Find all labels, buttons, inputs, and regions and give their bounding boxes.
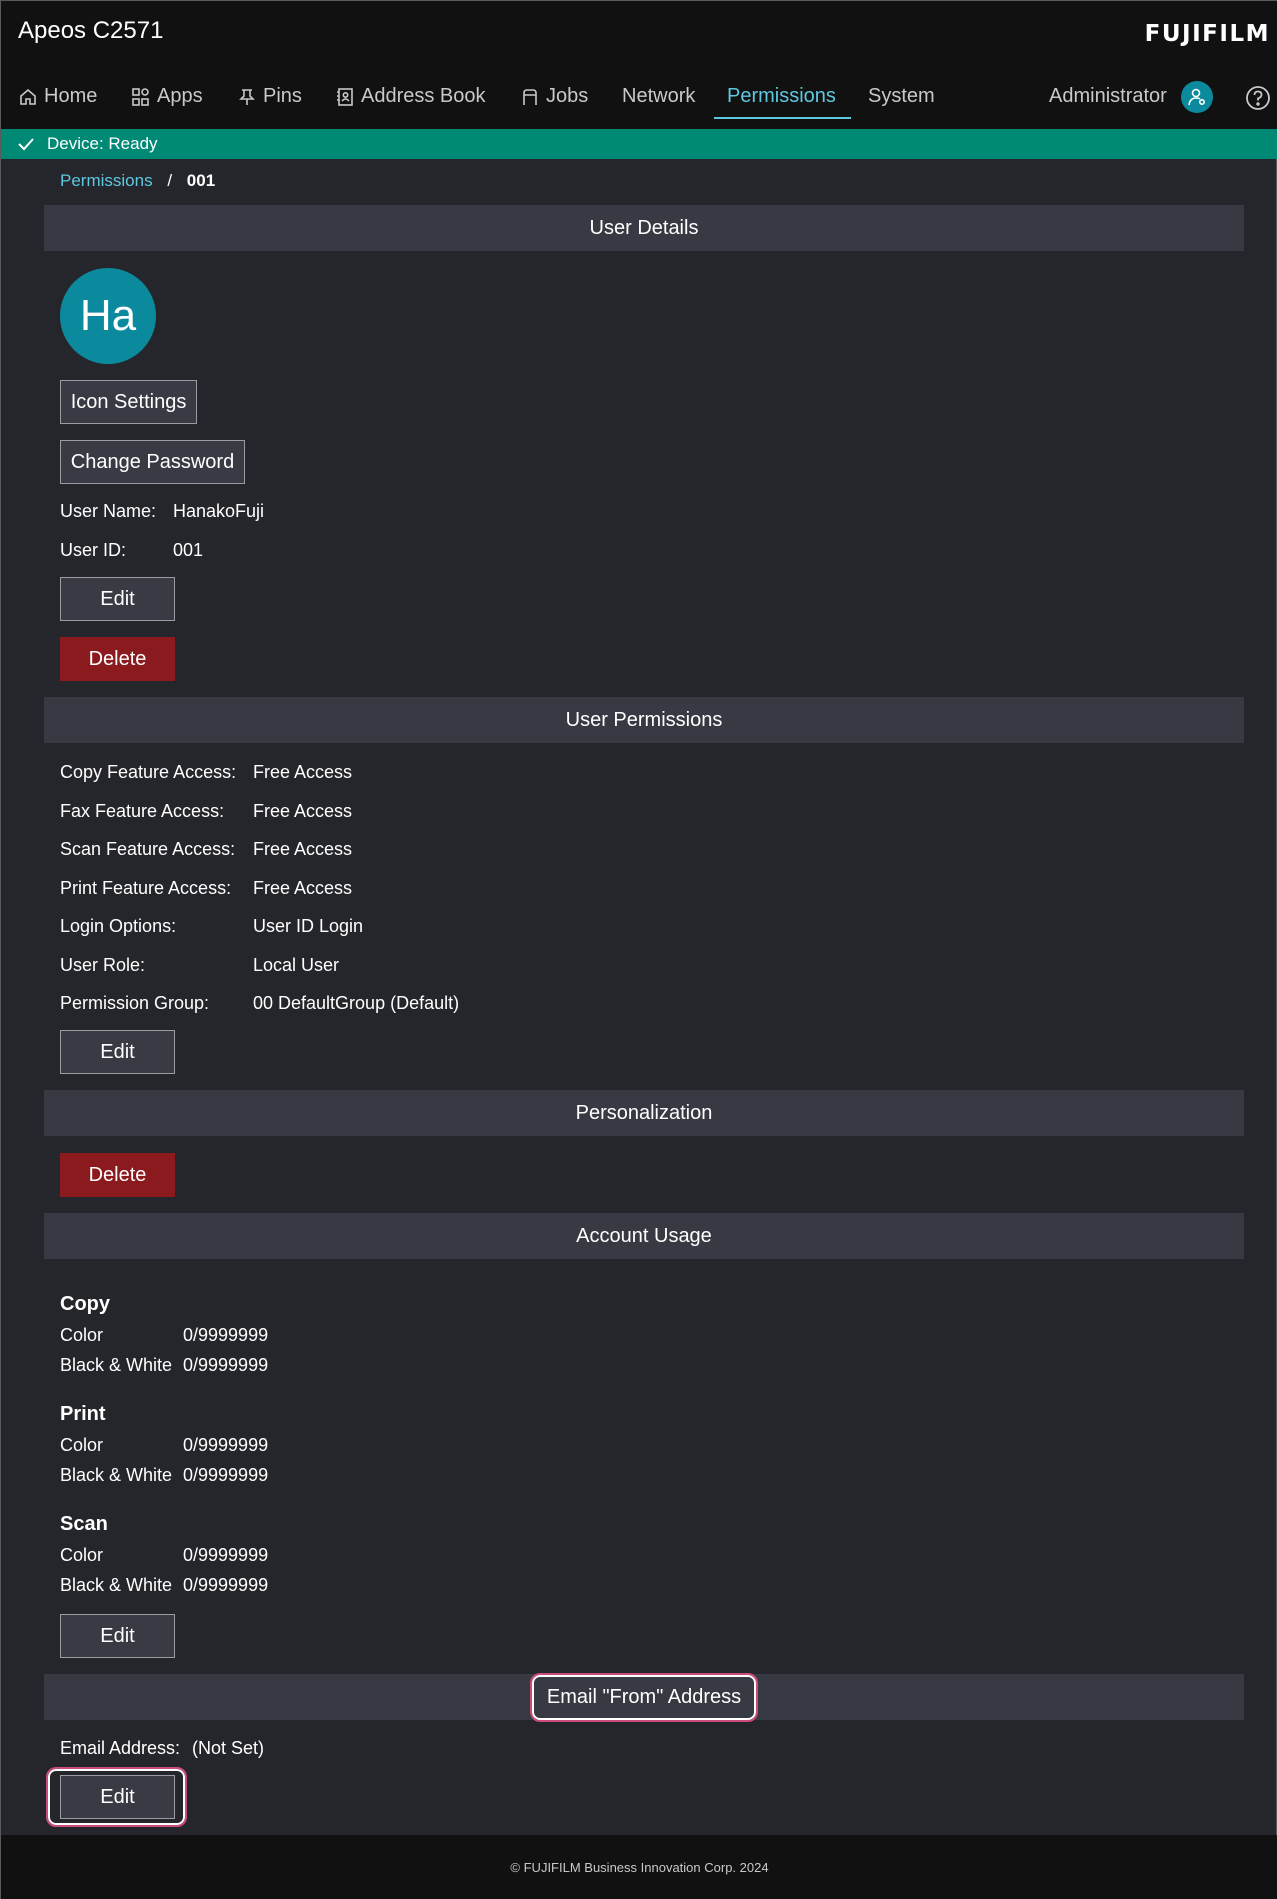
usage-bw-value: 0/9999999 [183, 1575, 269, 1595]
permission-label: Scan Feature Access: [60, 839, 236, 859]
breadcrumb: Permissions / 001 [60, 171, 215, 191]
nav-permissions-label: Permissions [727, 85, 836, 107]
address-book-icon [337, 87, 353, 106]
nav-pins[interactable]: Pins [237, 85, 302, 108]
personalization-header: Personalization [44, 1090, 1244, 1136]
usage-bw-label: Black & White [60, 1355, 173, 1375]
nav-network[interactable]: Network [622, 85, 695, 108]
change-password-button[interactable]: Change Password [60, 440, 245, 484]
permission-label: Print Feature Access: [60, 878, 232, 898]
nav-pins-label: Pins [263, 85, 302, 107]
user-name-label: User Name: [60, 501, 157, 521]
user-menu[interactable]: Administrator [1049, 85, 1167, 108]
permission-label: Copy Feature Access: [60, 762, 237, 782]
device-status-bar: Device: Ready [1, 129, 1277, 159]
usage-color-label: Color [60, 1545, 104, 1565]
device-status-text: Device: Ready [47, 134, 158, 153]
usage-bw-value: 0/9999999 [183, 1465, 269, 1485]
nav-apps-label: Apps [157, 85, 203, 107]
usage-color-label: Color [60, 1325, 104, 1345]
usage-bw-value: 0/9999999 [183, 1355, 269, 1375]
breadcrumb-separator: / [167, 171, 173, 190]
nav-address-book-label: Address Book [361, 85, 486, 107]
delete-personalization-button[interactable]: Delete [60, 1153, 175, 1197]
app-title: Apeos C2571 [18, 17, 164, 44]
user-id-value: 001 [173, 540, 204, 560]
edit-email-highlight [46, 1767, 187, 1827]
usage-group-title: Copy [60, 1293, 110, 1315]
delete-user-button[interactable]: Delete [60, 637, 175, 681]
email-address-value: (Not Set) [192, 1738, 265, 1758]
nav-address-book[interactable]: Address Book [335, 85, 486, 108]
nav-apps[interactable]: Apps [131, 85, 203, 108]
footer: © FUJIFILM Business Innovation Corp. 202… [1, 1835, 1277, 1899]
user-avatar: Ha [60, 268, 156, 364]
permission-value: Free Access [253, 878, 353, 898]
active-tab-indicator [714, 117, 851, 119]
usage-bw-label: Black & White [60, 1465, 173, 1485]
usage-color-value: 0/9999999 [183, 1325, 269, 1345]
nav-network-label: Network [622, 85, 696, 107]
icon-settings-button[interactable]: Icon Settings [60, 380, 197, 424]
nav-home-label: Home [44, 85, 98, 107]
permission-label: Permission Group: [60, 993, 210, 1013]
permission-label: User Role: [60, 955, 146, 975]
usage-color-label: Color [60, 1435, 104, 1455]
user-name-value: HanakoFuji [173, 501, 265, 521]
email-header-highlight [530, 1673, 758, 1722]
account-usage-header: Account Usage [44, 1213, 1244, 1259]
check-icon [18, 138, 34, 151]
nav-jobs[interactable]: Jobs [520, 85, 588, 108]
breadcrumb-permissions-link[interactable]: Permissions [60, 171, 153, 190]
permission-value: Local User [253, 955, 340, 975]
pin-icon [239, 88, 255, 105]
user-details-header: User Details [44, 205, 1244, 251]
nav-permissions[interactable]: Permissions [727, 85, 836, 108]
edit-permissions-button[interactable]: Edit [60, 1030, 175, 1074]
edit-account-usage-button[interactable]: Edit [60, 1614, 175, 1658]
help-icon[interactable] [1245, 85, 1271, 111]
usage-color-value: 0/9999999 [183, 1435, 269, 1455]
apps-icon [132, 87, 149, 106]
permission-value: Free Access [253, 801, 353, 821]
admin-avatar-icon[interactable] [1181, 81, 1213, 113]
jobs-icon [523, 88, 537, 105]
nav-home[interactable]: Home [18, 85, 97, 108]
permission-value: Free Access [253, 839, 353, 859]
usage-group-title: Print [60, 1403, 106, 1425]
nav-system[interactable]: System [868, 85, 935, 108]
permission-value: Free Access [253, 762, 353, 782]
edit-user-details-button[interactable]: Edit [60, 577, 175, 621]
user-id-label: User ID: [60, 540, 127, 560]
nav-jobs-label: Jobs [546, 85, 589, 107]
user-name-label: Administrator [1049, 85, 1167, 107]
permission-value: 00 DefaultGroup (Default) [253, 993, 460, 1013]
nav-system-label: System [868, 85, 935, 107]
title-bar: Apeos C2571 FUJIFILM [1, 1, 1277, 63]
permission-label: Login Options: [60, 916, 177, 936]
main-nav: Home Apps Pins Address Book Jobs Network… [1, 63, 1277, 129]
breadcrumb-current: 001 [186, 171, 216, 190]
email-address-label: Email Address: [60, 1738, 181, 1758]
permission-label: Fax Feature Access: [60, 801, 225, 821]
usage-bw-label: Black & White [60, 1575, 173, 1595]
usage-color-value: 0/9999999 [183, 1545, 269, 1565]
copyright-text: © FUJIFILM Business Innovation Corp. 202… [510, 1860, 769, 1875]
permission-value: User ID Login [253, 916, 364, 936]
brand-logo: FUJIFILM [1144, 21, 1270, 47]
user-permissions-header: User Permissions [44, 697, 1244, 743]
home-icon [20, 88, 36, 105]
usage-group-title: Scan [60, 1513, 108, 1535]
